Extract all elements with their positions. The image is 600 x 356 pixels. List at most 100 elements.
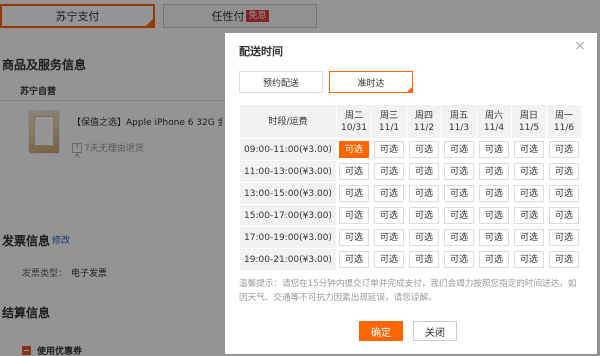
- time-slot-option[interactable]: 可选: [444, 251, 474, 268]
- tab-label: 准时达: [357, 78, 385, 89]
- slot-cell: 可选: [441, 226, 477, 249]
- time-slot-option[interactable]: 可选: [339, 251, 369, 268]
- confirm-button[interactable]: 确定: [359, 321, 403, 341]
- time-slot-option[interactable]: 可选: [479, 229, 509, 246]
- time-slot-option[interactable]: 可选: [409, 229, 439, 246]
- time-slot-option[interactable]: 可选: [549, 251, 579, 268]
- slot-cell: 可选: [441, 204, 477, 227]
- selected-corner-icon: [406, 86, 413, 93]
- slot-cell: 可选: [371, 226, 407, 249]
- time-slot-option[interactable]: 可选: [409, 141, 439, 158]
- day-header: 周六 11/4: [476, 104, 512, 139]
- time-slot-option[interactable]: 可选: [374, 229, 404, 246]
- time-slot-row: 11:00-13:00(¥3.00) 可选 可选 可选 可选 可选 可选 可选: [239, 160, 582, 183]
- time-period-label: 13:00-15:00(¥3.00): [239, 182, 337, 205]
- slot-cell: 可选: [406, 160, 442, 183]
- time-slot-option[interactable]: 可选: [339, 185, 369, 202]
- slot-cell: 可选: [511, 138, 547, 161]
- tab-on-time-delivery[interactable]: 准时达: [329, 71, 413, 93]
- slot-cell: 可选: [476, 248, 512, 271]
- time-slot-option[interactable]: 可选: [374, 207, 404, 224]
- time-slot-option[interactable]: 可选: [444, 207, 474, 224]
- slot-cell: 可选: [476, 182, 512, 205]
- time-slot-option[interactable]: 可选: [409, 207, 439, 224]
- time-slot-option[interactable]: 可选: [444, 229, 474, 246]
- time-slot-option[interactable]: 可选: [479, 141, 509, 158]
- time-slot-option[interactable]: 可选: [409, 251, 439, 268]
- slot-cell: 可选: [336, 182, 372, 205]
- time-slot-option[interactable]: 可选: [549, 163, 579, 180]
- time-slot-option[interactable]: 可选: [479, 207, 509, 224]
- time-slot-option[interactable]: 可选: [374, 251, 404, 268]
- day-header: 周四 11/2: [406, 104, 442, 139]
- time-slot-option[interactable]: 可选: [549, 207, 579, 224]
- time-slot-option[interactable]: 可选: [444, 163, 474, 180]
- time-slot-option[interactable]: 可选: [339, 163, 369, 180]
- time-period-label: 19:00-21:00(¥3.00): [239, 248, 337, 271]
- delivery-tip: 温馨提示：请您在15分钟内提交订单并完成支付，我们会竭力按照您指定的时间送达，如…: [239, 279, 577, 303]
- time-slot-option[interactable]: 可选: [514, 185, 544, 202]
- slot-cell: 可选: [476, 204, 512, 227]
- slot-cell: 可选: [511, 226, 547, 249]
- time-slot-row: 19:00-21:00(¥3.00) 可选 可选 可选 可选 可选 可选 可选: [239, 248, 582, 271]
- delivery-schedule-table: 时段/运费 周二 10/31 周三 11/1 周四 11/2 周五 11/3 周六 11/…: [239, 104, 582, 271]
- time-slot-option[interactable]: 可选: [479, 251, 509, 268]
- slot-cell: 可选: [511, 204, 547, 227]
- tab-label: 预约配送: [262, 78, 299, 89]
- day-header: 周五 11/3: [441, 104, 477, 139]
- close-button[interactable]: 关闭: [413, 321, 457, 341]
- time-slot-row: 13:00-15:00(¥3.00) 可选 可选 可选 可选 可选 可选 可选: [239, 182, 582, 205]
- time-slot-option[interactable]: 可选: [409, 185, 439, 202]
- slot-cell: 可选: [371, 138, 407, 161]
- time-slot-option[interactable]: 可选: [514, 251, 544, 268]
- slot-cell: 可选: [371, 248, 407, 271]
- slot-cell: 可选: [546, 160, 582, 183]
- time-slot-option[interactable]: 可选: [549, 141, 579, 158]
- slot-cell: 可选: [406, 204, 442, 227]
- slot-cell: 可选: [511, 248, 547, 271]
- time-slot-option[interactable]: 可选: [339, 229, 369, 246]
- time-slot-option[interactable]: 可选: [339, 207, 369, 224]
- slot-cell: 可选: [371, 160, 407, 183]
- time-slot-option[interactable]: 可选: [514, 163, 544, 180]
- time-slot-option[interactable]: 可选: [549, 185, 579, 202]
- slot-cell: 可选: [546, 226, 582, 249]
- time-slot-option[interactable]: 可选: [339, 141, 369, 158]
- slot-cell: 可选: [336, 248, 372, 271]
- time-slot-option[interactable]: 可选: [374, 163, 404, 180]
- time-slot-option[interactable]: 可选: [479, 163, 509, 180]
- time-slot-option[interactable]: 可选: [479, 185, 509, 202]
- close-icon[interactable]: ×: [573, 39, 587, 53]
- slot-cell: 可选: [406, 226, 442, 249]
- time-slot-option[interactable]: 可选: [374, 185, 404, 202]
- time-slot-option[interactable]: 可选: [514, 207, 544, 224]
- time-slot-option[interactable]: 可选: [514, 229, 544, 246]
- slot-cell: 可选: [476, 226, 512, 249]
- slot-cell: 可选: [546, 182, 582, 205]
- time-slot-option[interactable]: 可选: [444, 185, 474, 202]
- time-slot-option[interactable]: 可选: [514, 141, 544, 158]
- slot-cell: 可选: [511, 182, 547, 205]
- slot-cell: 可选: [546, 248, 582, 271]
- time-slot-option[interactable]: 可选: [549, 229, 579, 246]
- slot-cell: 可选: [441, 160, 477, 183]
- delivery-time-dialog: 配送时间 × 预约配送 准时达 时段/运费 周二 10/31 周三 11/1 周四 1…: [225, 33, 597, 354]
- slot-cell: 可选: [406, 138, 442, 161]
- tab-scheduled-delivery[interactable]: 预约配送: [239, 71, 323, 93]
- day-header: 周一 11/6: [546, 104, 582, 139]
- slot-cell: 可选: [476, 160, 512, 183]
- slot-cell: 可选: [336, 226, 372, 249]
- period-header: 时段/运费: [239, 104, 337, 139]
- slot-cell: 可选: [371, 182, 407, 205]
- time-period-label: 17:00-19:00(¥3.00): [239, 226, 337, 249]
- delivery-tabs: 预约配送 准时达: [239, 71, 419, 93]
- time-slot-row: 09:00-11:00(¥3.00) 可选 可选 可选 可选 可选 可选 可选: [239, 138, 582, 161]
- slot-cell: 可选: [441, 182, 477, 205]
- time-slot-option[interactable]: 可选: [409, 163, 439, 180]
- time-period-label: 11:00-13:00(¥3.00): [239, 160, 337, 183]
- slot-cell: 可选: [371, 204, 407, 227]
- slot-cell: 可选: [406, 248, 442, 271]
- time-slot-option[interactable]: 可选: [374, 141, 404, 158]
- slot-cell: 可选: [336, 160, 372, 183]
- time-slot-option[interactable]: 可选: [444, 141, 474, 158]
